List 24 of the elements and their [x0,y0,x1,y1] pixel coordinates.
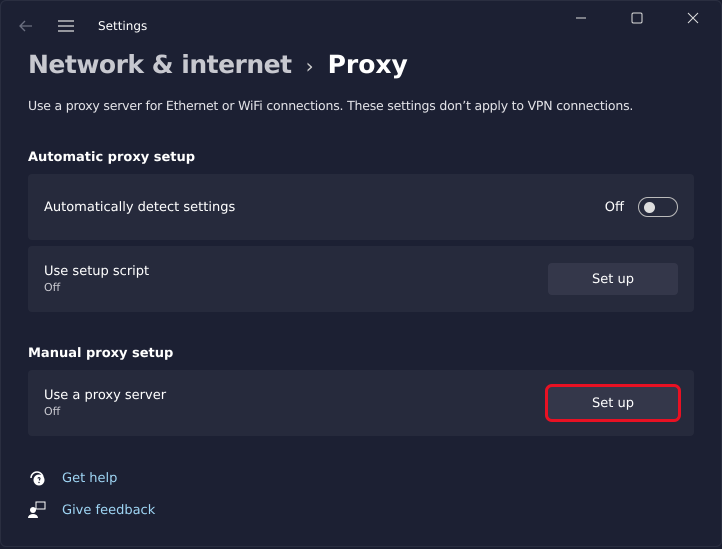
toggle-switch[interactable] [638,197,678,217]
window-title: Settings [98,19,148,33]
help-link[interactable]: Give feedback [62,502,156,518]
menu-icon[interactable] [58,20,74,32]
breadcrumb-separator: › [306,54,314,78]
description-text: Use a proxy server for Ethernet or WiFi connections. These settings don’t apply to VPN connections. [28,98,634,113]
section-heading: Manual proxy setup [28,346,174,361]
set-up-button[interactable]: Set up [548,263,678,295]
close-icon[interactable] [687,12,699,24]
help-link[interactable]: Get help [62,470,118,486]
breadcrumb-parent[interactable]: Network & internet [28,50,292,79]
set-up-button[interactable]: Set up [548,387,678,419]
setting-status: Off [44,281,62,294]
back-arrow-icon[interactable] [19,20,33,32]
page-title: Proxy [328,50,408,79]
setting-label: Use a proxy server [44,388,168,403]
help-icon [28,469,46,487]
maximize-icon[interactable] [631,12,643,24]
feedback-icon [28,501,46,519]
setting-label: Automatically detect settings [44,200,236,214]
setting-label: Use setup script [44,264,150,279]
section-heading: Automatic proxy setup [28,150,196,165]
toggle-state: Off [604,200,624,214]
setting-status: Off [44,405,62,418]
